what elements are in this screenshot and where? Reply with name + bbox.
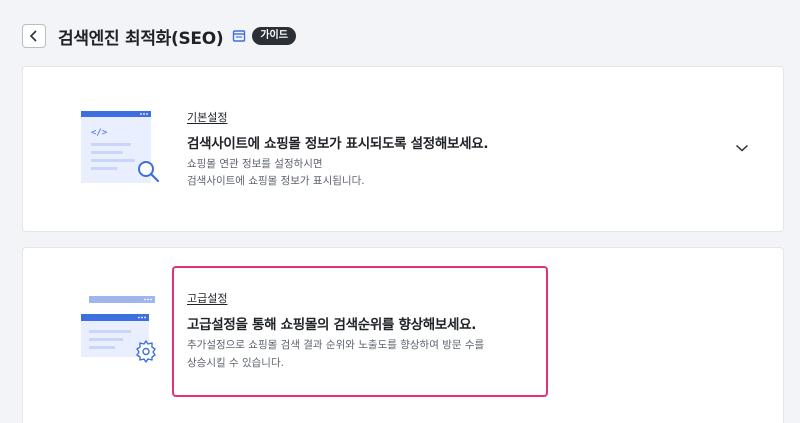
page-header: 검색엔진 최적화(SEO) 가이드	[22, 24, 296, 49]
chevron-down-icon	[735, 144, 749, 152]
settings-gear-icon	[81, 296, 156, 363]
code-search-icon: </>	[81, 111, 160, 183]
guide-badge[interactable]: 가이드	[252, 27, 296, 45]
chevron-left-icon	[29, 30, 37, 42]
back-button[interactable]	[22, 24, 46, 48]
page-title: 검색엔진 최적화(SEO)	[58, 28, 224, 49]
basic-settings-card[interactable]: </> 기본설정 검색사이트에 쇼핑몰 정보가 표시되도록 설정해보세요. 쇼핑…	[22, 66, 784, 232]
book-icon[interactable]	[232, 29, 246, 43]
section-desc-basic-line1: 쇼핑몰 연관 정보를 설정하시면	[187, 158, 323, 170]
expand-button[interactable]	[735, 143, 749, 153]
highlight-box	[172, 266, 548, 397]
section-desc-basic-line2: 검색사이트에 쇼핑몰 정보가 표시됩니다.	[187, 175, 365, 187]
svg-text:</>: </>	[91, 128, 108, 138]
section-headline-basic: 검색사이트에 쇼핑몰 정보가 표시되도록 설정해보세요.	[187, 136, 489, 152]
section-label-basic[interactable]: 기본설정	[187, 109, 227, 125]
